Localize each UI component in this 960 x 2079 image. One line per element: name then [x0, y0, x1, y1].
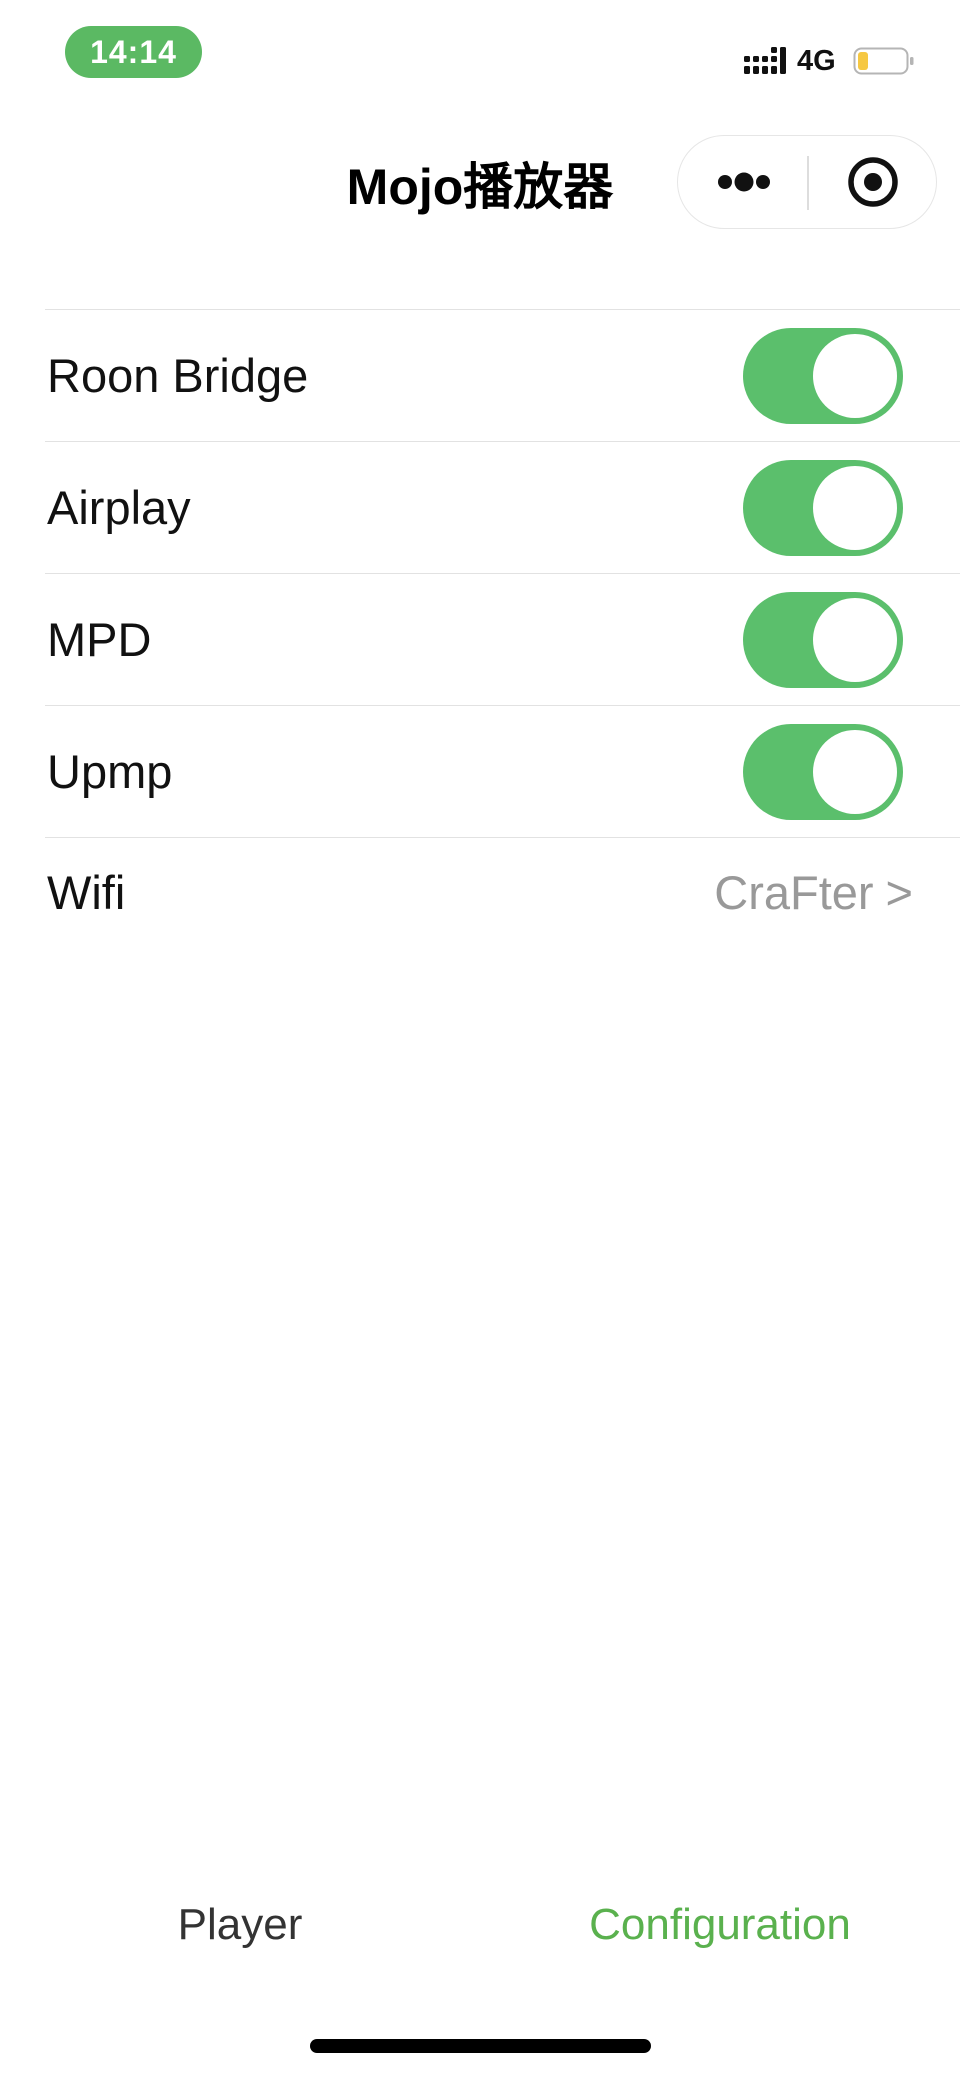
toggle-knob [813, 598, 897, 682]
wifi-network-value: CraFter > [714, 838, 913, 948]
setting-row-roon-bridge: Roon Bridge [45, 309, 960, 441]
setting-row-mpd: MPD [45, 573, 960, 705]
capsule-divider [807, 156, 809, 210]
close-button[interactable] [818, 146, 928, 218]
setting-label: Airplay [47, 481, 191, 534]
status-time: 14:14 [65, 26, 202, 78]
more-dots-icon [718, 172, 770, 192]
setting-row-wifi[interactable]: Wifi CraFter > [45, 837, 960, 948]
airplay-toggle[interactable] [743, 460, 903, 556]
status-bar: 14:14 4G [0, 0, 960, 110]
roon-bridge-toggle[interactable] [743, 328, 903, 424]
setting-label: Upmp [47, 745, 173, 798]
mpd-toggle[interactable] [743, 592, 903, 688]
network-type: 4G [797, 45, 836, 77]
signal-bars-icon [744, 47, 786, 74]
setting-row-airplay: Airplay [45, 441, 960, 573]
setting-label: Wifi [47, 866, 126, 919]
toggle-knob [813, 334, 897, 418]
wifi-network-name: CraFter [714, 866, 874, 919]
tab-bar: Player Configuration [0, 1880, 960, 1970]
more-button[interactable] [688, 146, 800, 218]
chevron-right-icon: > [885, 866, 913, 919]
toggle-knob [813, 466, 897, 550]
home-indicator [310, 2039, 651, 2053]
nav-bar: Mojo播放器 [0, 110, 960, 260]
upmp-toggle[interactable] [743, 724, 903, 820]
setting-label: MPD [47, 613, 152, 666]
battery-low-icon [853, 47, 914, 75]
tab-configuration[interactable]: Configuration [480, 1880, 960, 1970]
setting-row-upmp: Upmp [45, 705, 960, 837]
setting-label: Roon Bridge [47, 349, 309, 402]
mini-program-capsule [677, 135, 937, 229]
page-title: Mojo播放器 [346, 159, 614, 215]
settings-list: Roon Bridge Airplay MPD Upmp Wifi CraFte… [45, 309, 960, 948]
tab-player[interactable]: Player [0, 1880, 480, 1970]
target-circle-icon [848, 157, 898, 207]
toggle-knob [813, 730, 897, 814]
